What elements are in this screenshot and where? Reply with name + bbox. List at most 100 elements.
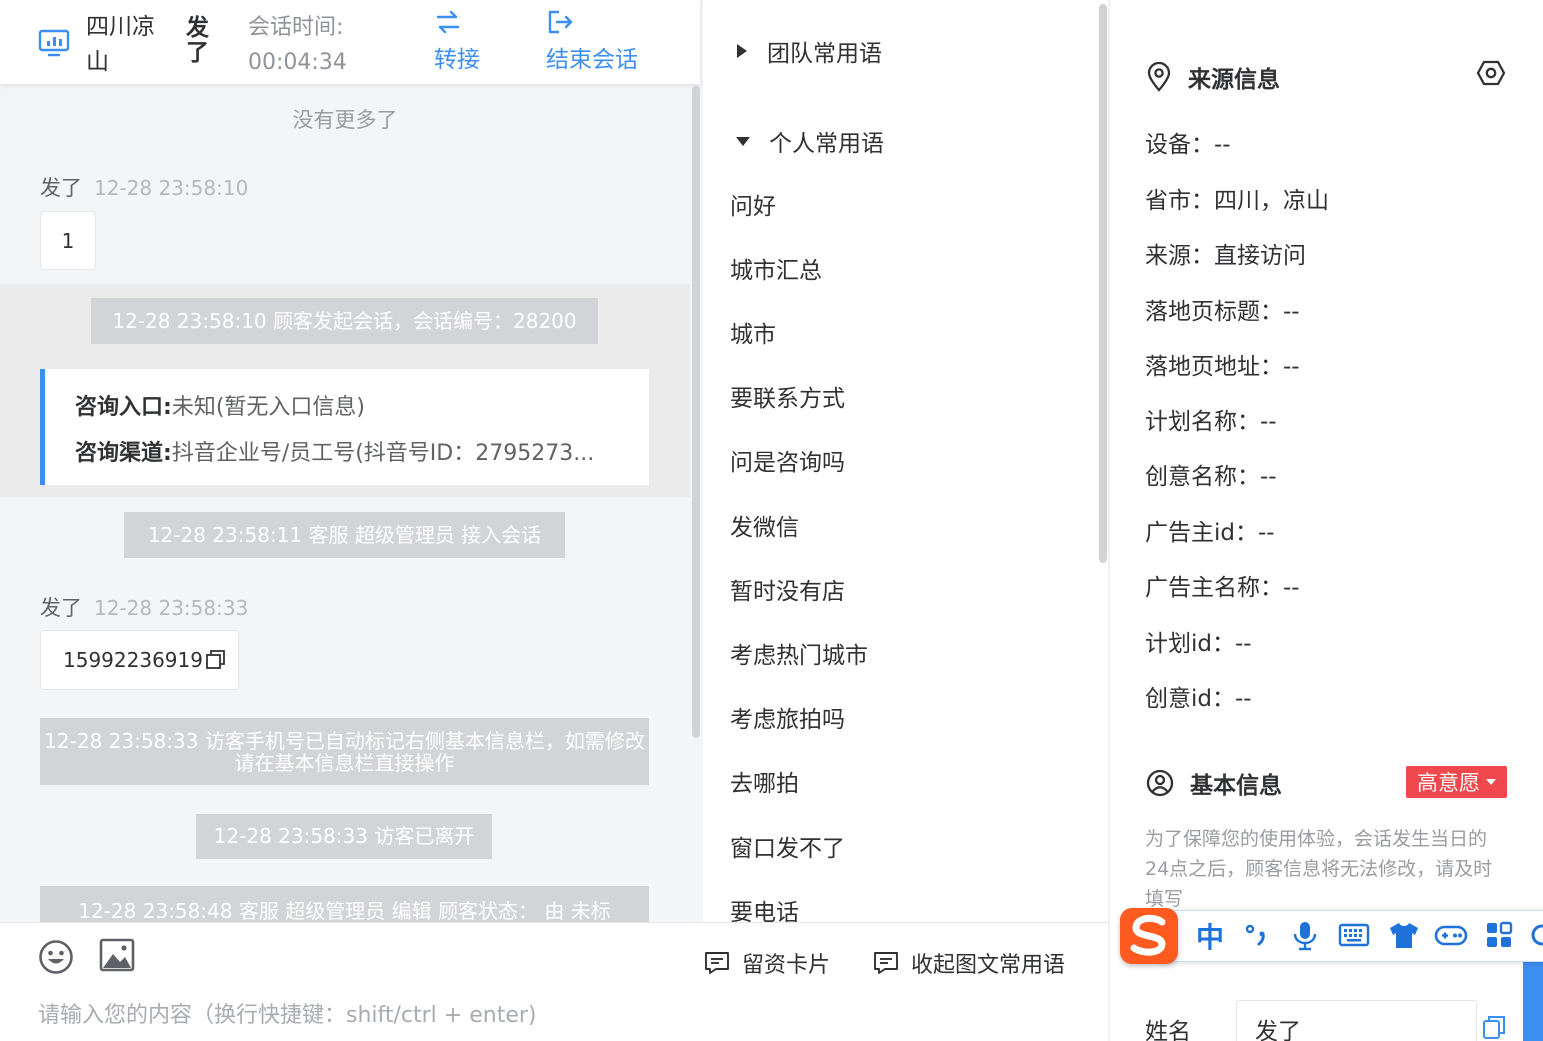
system-note: 12-28 23:58:33 访客手机号已自动标记右侧基本信息栏，如需修改请在基… (40, 718, 649, 785)
intent-label: 高意愿 (1417, 771, 1480, 795)
no-more-hint: 没有更多了 (292, 108, 398, 132)
transfer-label: 转接 (434, 47, 480, 73)
session-time: 会话时间: 00:04:34 (248, 10, 347, 80)
consult-info-card: 咨询入口:未知(暂无入口信息) 咨询渠道:抖音企业号/员工号(抖音号ID：279… (40, 369, 649, 485)
caret-down-icon (736, 137, 750, 146)
message-sender: 发了 (40, 596, 82, 620)
message-time: 12-28 23:58:10 (94, 176, 249, 200)
message-text: 15992236919 (63, 648, 203, 672)
system-note: 12-28 23:58:33 访客已离开 (196, 814, 492, 859)
consult-entry-label: 咨询入口: (75, 395, 172, 420)
edit-deadline-note: 为了保障您的使用体验，会话发生当日的24点之后，顾客信息将无法修改，请及时填写 (1145, 828, 1493, 910)
settings-partial-icon[interactable] (1528, 920, 1543, 950)
message-time: 12-28 23:58:33 (94, 596, 249, 620)
personal-phrases-group[interactable]: 个人常用语 (735, 124, 884, 158)
location-pin-icon (1147, 62, 1171, 92)
skin-shirt-icon[interactable] (1388, 920, 1420, 950)
session-time-label: 会话时间: (248, 15, 344, 40)
copy-icon[interactable] (205, 649, 227, 671)
phrase-item[interactable]: 问是咨询吗 (730, 443, 845, 477)
chat-scrollbar[interactable] (692, 86, 700, 738)
message-input[interactable] (38, 1003, 698, 1028)
microphone-icon[interactable] (1290, 920, 1320, 952)
app-root: 四川凉山 发了 会话时间: 00:04:34 转接 结束会话 没有更多了 发了 … (0, 0, 1543, 1041)
caret-right-icon (737, 44, 747, 58)
info-advertiser-id: 广告主id：-- (1145, 520, 1275, 546)
team-phrases-group[interactable]: 团队常用语 (735, 34, 882, 68)
phrase-item[interactable]: 去哪拍 (730, 764, 799, 798)
message-sender: 发了 (40, 176, 82, 200)
info-landing-url: 落地页地址：-- (1145, 354, 1300, 380)
info-creative-id: 创意id：-- (1145, 686, 1252, 712)
lead-card-label: 留资卡片 (742, 953, 831, 978)
chat-input-area: 留资卡片 收起图文常用语 (0, 922, 1108, 1041)
phrase-item[interactable]: 要电话 (730, 893, 799, 922)
consult-channel-row: 咨询渠道:抖音企业号/员工号(抖音号ID：2795273... (75, 431, 645, 477)
phrases-panel: 团队常用语 个人常用语 问好 城市汇总 城市 要联系方式 问是咨询吗 发微信 暂… (703, 0, 1108, 922)
basic-info-label: 基本信息 (1190, 773, 1282, 799)
phrase-item[interactable]: 窗口发不了 (730, 829, 845, 863)
message-bubble: 15992236919 (40, 630, 239, 690)
side-tab[interactable] (1523, 962, 1543, 1041)
consult-channel-value: 抖音企业号/员工号(抖音号ID：2795273... (171, 441, 595, 466)
lead-card-button[interactable]: 留资卡片 (704, 947, 830, 979)
system-note: 12-28 23:58:10 顾客发起会话，会话编号：28200 (91, 298, 598, 344)
basic-info-title: 基本信息 (1146, 766, 1282, 800)
session-time-value: 00:04:34 (248, 50, 347, 75)
message-meta: 发了 12-28 23:58:10 (40, 172, 248, 202)
ime-chinese-mode[interactable]: 中 (1196, 916, 1224, 956)
info-device: 设备：-- (1145, 132, 1231, 158)
eye-icon[interactable] (1476, 58, 1506, 88)
ime-toolbar: 中 (1120, 908, 1543, 964)
phrase-item[interactable]: 暂时没有店 (730, 572, 845, 606)
source-info-label: 来源信息 (1188, 67, 1280, 93)
info-creative-name: 创意名称：-- (1145, 464, 1277, 490)
chat-header: 四川凉山 发了 会话时间: 00:04:34 转接 结束会话 (0, 0, 700, 84)
phrase-item[interactable]: 城市 (730, 315, 776, 349)
copy-icon[interactable] (1482, 1014, 1506, 1040)
phrase-item[interactable]: 发微信 (730, 508, 799, 542)
visitor-name: 发了 (186, 15, 209, 66)
collapse-phrases-button[interactable]: 收起图文常用语 (873, 947, 1065, 979)
message-text: 1 (61, 228, 75, 253)
phrase-item[interactable]: 要联系方式 (730, 379, 845, 413)
intent-dropdown[interactable]: 高意愿 (1406, 766, 1507, 798)
sogou-logo-icon[interactable] (1120, 908, 1178, 964)
info-plan-name: 计划名称：-- (1145, 409, 1277, 435)
info-advertiser-name: 广告主名称：-- (1145, 575, 1300, 601)
personal-phrases-label: 个人常用语 (769, 131, 884, 157)
end-session-label: 结束会话 (546, 47, 638, 73)
message-card-icon (874, 952, 898, 974)
end-session-button[interactable]: 结束会话 (546, 8, 638, 74)
name-field-value: 发了 (1255, 1019, 1301, 1041)
gamepad-icon[interactable] (1434, 920, 1468, 950)
consult-channel-label: 咨询渠道: (75, 441, 172, 466)
keyboard-icon[interactable] (1338, 920, 1370, 950)
visitor-region: 四川凉山 (86, 14, 155, 75)
transfer-button[interactable]: 转接 (434, 8, 480, 74)
message-card-icon (705, 952, 729, 974)
smile-icon[interactable] (38, 939, 74, 975)
phrase-item[interactable]: 城市汇总 (730, 251, 822, 285)
exit-icon (548, 10, 573, 34)
consult-entry-value: 未知(暂无入口信息) (171, 395, 365, 420)
phrase-item[interactable]: 考虑旅拍吗 (730, 700, 845, 734)
info-panel: 来源信息 设备：-- 省市：四川，凉山 来源：直接访问 落地页标题：-- 落地页… (1110, 0, 1543, 1041)
punctuation-icon[interactable] (1242, 920, 1272, 950)
source-info-title: 来源信息 (1146, 60, 1280, 94)
phrase-item[interactable]: 问好 (730, 187, 776, 221)
sogou-s-icon (1130, 914, 1166, 956)
info-source: 来源：直接访问 (1145, 243, 1306, 269)
caret-down-icon (1486, 779, 1496, 785)
image-icon[interactable] (99, 938, 135, 972)
message-meta: 发了 12-28 23:58:33 (40, 592, 248, 622)
info-landing-title: 落地页标题：-- (1145, 299, 1300, 325)
user-circle-icon (1146, 769, 1174, 797)
apps-grid-icon[interactable] (1484, 920, 1514, 950)
phrases-scrollbar[interactable] (1099, 4, 1107, 563)
team-phrases-label: 团队常用语 (767, 41, 882, 67)
monitor-icon (38, 29, 70, 57)
message-bubble: 1 (40, 211, 96, 270)
system-note: 12-28 23:58:11 客服 超级管理员 接入会话 (124, 512, 565, 558)
phrase-item[interactable]: 考虑热门城市 (730, 636, 868, 670)
